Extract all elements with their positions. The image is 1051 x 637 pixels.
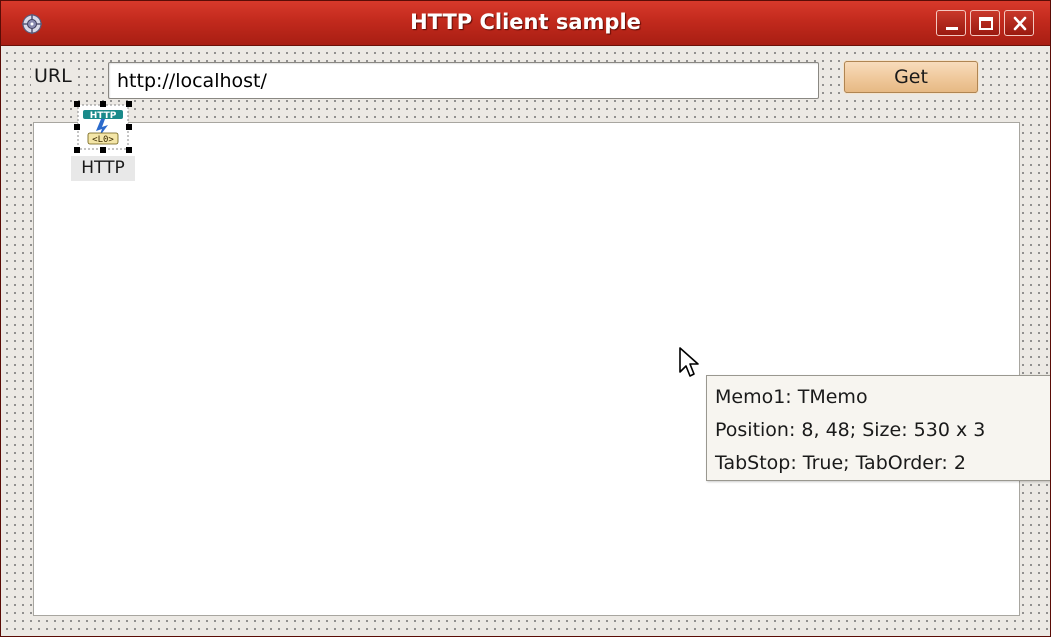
http-component-icon: HTTP <L0>: [74, 101, 132, 153]
minimize-icon: [946, 27, 958, 30]
main-window: HTTP Client sample URL Get HTTP: [0, 0, 1051, 637]
close-icon: [1013, 16, 1027, 31]
close-button[interactable]: [1004, 10, 1034, 36]
title-bar[interactable]: HTTP Client sample: [1, 1, 1050, 46]
mouse-cursor-icon: [679, 347, 699, 377]
url-input[interactable]: [108, 62, 819, 99]
url-label: URL: [31, 65, 75, 87]
http-component-label: HTTP: [71, 156, 135, 181]
maximize-button[interactable]: [970, 10, 1000, 36]
form-designer[interactable]: URL Get: [1, 46, 1050, 636]
svg-text:<L0>: <L0>: [92, 135, 114, 145]
http-component[interactable]: HTTP <L0> HTTP: [71, 101, 135, 181]
maximize-icon: [979, 17, 993, 30]
component-tooltip: Memo1: TMemo Position: 8, 48; Size: 530 …: [706, 375, 1050, 481]
tooltip-line-tab: TabStop: True; TabOrder: 2: [715, 452, 966, 474]
memo1[interactable]: [33, 122, 1020, 616]
get-button[interactable]: Get: [844, 61, 978, 93]
window-title: HTTP Client sample: [410, 10, 641, 34]
tooltip-line-position: Position: 8, 48; Size: 530 x 3: [715, 419, 986, 441]
tooltip-line-name: Memo1: TMemo: [715, 386, 868, 408]
minimize-button[interactable]: [936, 10, 966, 36]
